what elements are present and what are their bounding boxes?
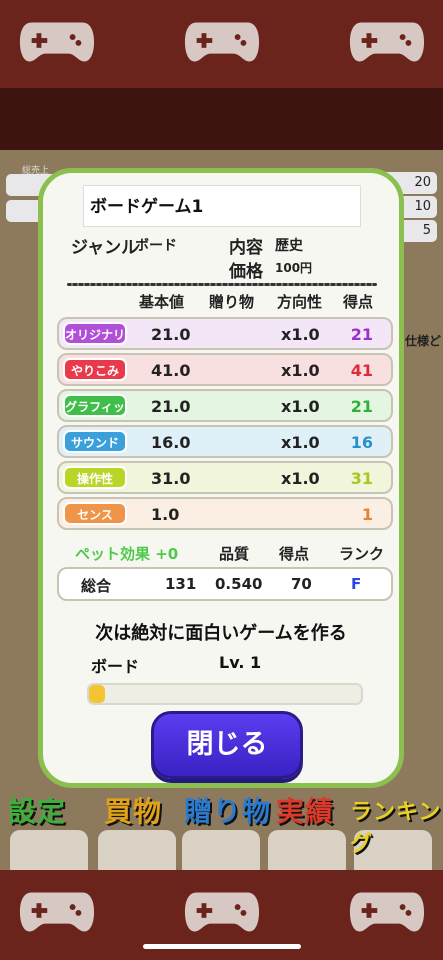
menu-gift[interactable]: 贈り物 [184, 790, 271, 830]
column-gift: 贈り物 [209, 293, 255, 311]
genre-level: Lv. 1 [219, 653, 262, 672]
stat-row: 操作性 31.0 x1.0 31 [57, 461, 393, 494]
menu-tile-gift[interactable] [182, 830, 260, 870]
divider [67, 283, 377, 286]
column-score: 得点 [343, 293, 374, 311]
stat-multiplier: x1.0 [281, 397, 320, 416]
stat-badge: 操作性 [63, 466, 127, 489]
stat-score: 41 [350, 361, 373, 380]
total-value: 131 [165, 575, 197, 593]
xp-fill [89, 685, 106, 703]
stat-row: やりこみ 41.0 x1.0 41 [57, 353, 393, 386]
genre-label: ジャンル [71, 238, 139, 258]
stat-badge: やりこみ [63, 358, 127, 381]
stat-row: オリジナリティ 21.0 x1.0 21 [57, 317, 393, 365]
next-message: 次は絶対に面白いゲームを作る [95, 623, 347, 644]
price-label: 価格 [229, 262, 263, 282]
stat-row: グラフィック 21.0 x1.0 21 [57, 389, 393, 437]
rank-head: ランク [339, 545, 385, 563]
gamepad-icon [348, 18, 426, 64]
menu-settings[interactable]: 設定 [8, 790, 66, 830]
second-band [0, 88, 443, 150]
stat-score: 31 [350, 469, 373, 488]
gamepad-icon [348, 888, 426, 934]
home-indicator[interactable] [143, 944, 301, 949]
stat-base: 21.0 [151, 397, 191, 416]
stat-row: センス 1.0 1 [57, 497, 393, 530]
total-score: 70 [291, 575, 312, 593]
pet-effect: ペット効果 +0 [75, 545, 179, 563]
gamepad-icon [183, 18, 261, 64]
stat-multiplier: x1.0 [281, 433, 320, 452]
total-quality: 0.540 [215, 575, 263, 593]
stat-score: 1 [361, 505, 373, 524]
gamepad-icon [18, 18, 96, 64]
menu-ranking[interactable]: ランキング [350, 794, 443, 858]
stat-badge: センス [63, 502, 127, 525]
gamepad-icon [18, 888, 96, 934]
stat-badge: グラフィック [63, 394, 127, 437]
stat-multiplier: x1.0 [281, 469, 320, 488]
stat-multiplier: x1.0 [281, 361, 320, 380]
stat-row: サウンド 16.0 x1.0 16 [57, 425, 393, 458]
gamepad-icon [183, 888, 261, 934]
game-title: ボードゲーム1 [83, 185, 361, 227]
game-result-dialog: ボードゲーム1 ジャンル ボード 内容 歴史 価格 100円 基本値 贈り物 方… [38, 168, 404, 788]
stat-base: 1.0 [151, 505, 180, 524]
close-button[interactable]: 閉じる [151, 711, 303, 779]
score-head: 得点 [279, 545, 310, 563]
stat-base: 41.0 [151, 361, 191, 380]
stat-base: 16.0 [151, 433, 191, 452]
stat-score: 21 [350, 325, 373, 344]
menu-tile-achievements[interactable] [268, 830, 346, 870]
genre-value: ボード [135, 238, 177, 254]
menu-tile-settings[interactable] [10, 830, 88, 870]
column-direction: 方向性 [277, 293, 323, 311]
stat-base: 21.0 [151, 325, 191, 344]
total-row: 総合 131 0.540 70 F [57, 567, 393, 601]
genre-xp-bar [87, 683, 363, 705]
genre-level-name: ボード [91, 657, 140, 676]
stat-base: 31.0 [151, 469, 191, 488]
total-rank: F [351, 575, 362, 593]
content-value: 歴史 [275, 238, 303, 254]
quality-head: 品質 [219, 545, 250, 563]
bg-side-text: 仕様ど [404, 334, 441, 348]
stat-badge: サウンド [63, 430, 127, 453]
stat-badge: オリジナリティ [63, 322, 127, 365]
total-label: 総合 [81, 577, 112, 595]
stat-score: 21 [350, 397, 373, 416]
content-label: 内容 [229, 238, 263, 258]
column-base: 基本値 [139, 293, 185, 311]
menu-shop[interactable]: 買物 [104, 790, 162, 830]
price-value: 100円 [275, 261, 313, 275]
stat-multiplier: x1.0 [281, 325, 320, 344]
menu-achievements[interactable]: 実績 [276, 790, 334, 830]
bottom-menu: 設定 買物 贈り物 実績 ランキング [0, 790, 443, 872]
menu-tile-shop[interactable] [98, 830, 176, 870]
stat-score: 16 [350, 433, 373, 452]
